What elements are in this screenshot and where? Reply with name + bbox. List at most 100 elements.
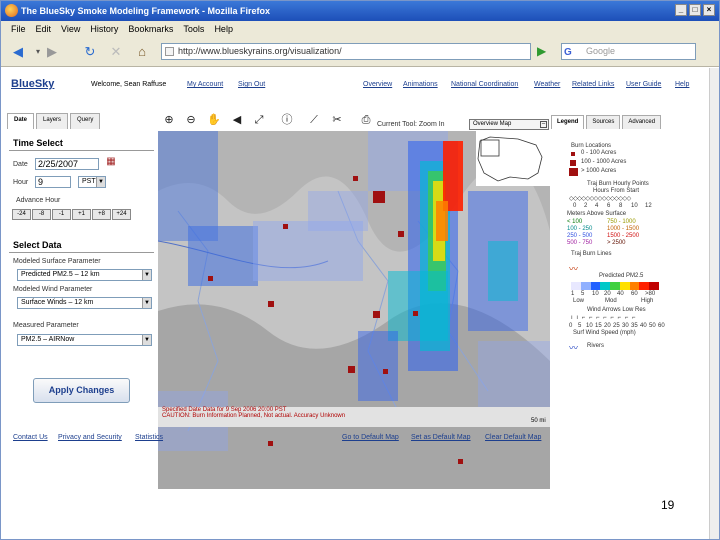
divider — [9, 150, 154, 151]
maximize-window-button[interactable]: □ — [689, 4, 701, 16]
back-extent-icon[interactable]: ◀ — [229, 112, 245, 128]
advance-minus-24-button[interactable]: -24 — [12, 209, 31, 220]
legend-traj-hourly: Traj Burn Hourly Points — [587, 181, 649, 187]
wind-speed-10: 10 — [586, 323, 593, 329]
my-account-link[interactable]: My Account — [187, 81, 223, 88]
menu-bookmarks[interactable]: Bookmarks — [128, 21, 173, 37]
meters-2: 750 - 1000 — [607, 219, 636, 225]
pm-tick-60: 60 — [631, 291, 638, 297]
clear-icon[interactable]: ✂ — [329, 112, 345, 128]
calendar-icon[interactable]: ▦ — [104, 156, 118, 168]
page-content: BlueSky Welcome, Sean Raffuse My Account… — [1, 68, 709, 539]
select-data-heading: Select Data — [13, 240, 62, 250]
search-input[interactable]: G Google — [561, 43, 696, 60]
wind-parameter-select[interactable]: Surface Winds – 12 km ▼ — [17, 297, 152, 309]
meters-1: < 100 — [567, 219, 583, 225]
navigation-toolbar: ◀ ▾ ▶ ↻ ✕ ⌂ http://www.blueskyrains.org/… — [1, 37, 719, 67]
date-input[interactable]: 2/25/2007 — [35, 158, 99, 170]
menu-tools[interactable]: Tools — [183, 21, 204, 37]
measured-parameter-value: PM2.5 – AIRNow — [21, 336, 75, 343]
menu-file[interactable]: File — [11, 21, 26, 37]
url-bar[interactable]: http://www.blueskyrains.org/visualizatio… — [161, 43, 531, 60]
set-default-map-link[interactable]: Set as Default Map — [411, 434, 471, 441]
pan-hand-icon[interactable]: ✋ — [206, 112, 222, 128]
animations-link[interactable]: Animations — [403, 81, 438, 88]
burn-size-medium: 100 - 1000 Acres — [581, 159, 627, 165]
user-guide-link[interactable]: User Guide — [626, 81, 661, 88]
full-extent-icon[interactable]: ⤢ — [251, 112, 267, 128]
wind-parameter-label: Modeled Wind Parameter — [13, 286, 93, 293]
traj-hour-2: 2 — [584, 203, 588, 209]
clear-default-map-link[interactable]: Clear Default Map — [485, 434, 541, 441]
advance-minus-8-button[interactable]: -8 — [32, 209, 51, 220]
minimize-overview-icon[interactable]: – — [540, 121, 547, 128]
minimize-window-button[interactable]: _ — [675, 4, 687, 16]
advance-plus-24-button[interactable]: +24 — [112, 209, 131, 220]
stop-icon[interactable]: ✕ — [107, 43, 125, 61]
wind-speed-15: 15 — [595, 323, 602, 329]
weather-link[interactable]: Weather — [534, 81, 560, 88]
surface-parameter-select[interactable]: Predicted PM2.5 – 12 km ▼ — [17, 269, 152, 281]
menu-help[interactable]: Help — [214, 21, 233, 37]
go-to-default-map-link[interactable]: Go to Default Map — [342, 434, 399, 441]
menu-edit[interactable]: Edit — [36, 21, 52, 37]
print-icon[interactable]: ⎙ — [358, 112, 374, 128]
tab-legend[interactable]: Legend — [551, 115, 585, 129]
map-notice: Specified Date Data for 9 Sep 2006 20:00… — [158, 407, 550, 427]
hour-input[interactable]: 9 — [35, 176, 71, 188]
contact-us-link[interactable]: Contact Us — [13, 434, 48, 441]
window-title: The BlueSky Smoke Modeling Framework - M… — [21, 6, 271, 16]
tab-date[interactable]: Date — [7, 113, 35, 129]
statistics-link[interactable]: Statistics — [135, 434, 163, 441]
related-links-link[interactable]: Related Links — [572, 81, 614, 88]
advance-minus-1-button[interactable]: -1 — [52, 209, 71, 220]
overview-link[interactable]: Overview — [363, 81, 392, 88]
overview-map-toggle[interactable]: Overview Map – — [469, 119, 549, 130]
pm-tick-5: 5 — [581, 291, 585, 297]
measure-icon[interactable]: ⟋ — [306, 112, 322, 128]
right-panel-tabs: Legend Sources Advanced — [551, 115, 662, 129]
chevron-down-icon: ▼ — [142, 335, 151, 345]
privacy-link[interactable]: Privacy and Security — [58, 434, 122, 441]
pm-low: Low — [573, 298, 585, 304]
national-coordination-link[interactable]: National Coordination — [451, 81, 518, 88]
tab-layers[interactable]: Layers — [36, 113, 69, 129]
info-icon[interactable]: ⓘ — [279, 112, 295, 128]
zoom-in-icon[interactable]: ⊕ — [161, 112, 177, 128]
advance-plus-8-button[interactable]: +8 — [92, 209, 111, 220]
chevron-down-icon: ▼ — [96, 177, 105, 187]
reload-icon[interactable]: ↻ — [81, 43, 99, 61]
caution-notice: CAUTION: Burn Information Planned, Not a… — [162, 413, 346, 419]
legend-hours-from-start: Hours From Start — [593, 188, 640, 194]
timezone-select[interactable]: PST ▼ — [78, 176, 106, 188]
vertical-scrollbar[interactable] — [709, 68, 719, 539]
legend-predicted-pm25: Predicted PM2.5 — [599, 273, 644, 279]
meters-6: 1500 - 2500 — [607, 233, 640, 239]
browser-window: The BlueSky Smoke Modeling Framework - M… — [0, 0, 720, 540]
timezone-value: PST — [82, 178, 96, 185]
advance-plus-1-button[interactable]: +1 — [72, 209, 91, 220]
bluesky-logo[interactable]: BlueSky — [11, 78, 54, 90]
home-icon[interactable]: ⌂ — [133, 43, 151, 61]
measured-parameter-select[interactable]: PM2.5 – AIRNow ▼ — [17, 334, 152, 346]
wind-speed-50: 50 — [649, 323, 656, 329]
sign-out-link[interactable]: Sign Out — [238, 81, 265, 88]
wind-speed-5: 5 — [578, 323, 582, 329]
go-icon[interactable]: ▶ — [537, 44, 551, 59]
close-window-button[interactable]: × — [703, 4, 715, 16]
menu-view[interactable]: View — [61, 21, 80, 37]
tab-query[interactable]: Query — [70, 113, 101, 129]
legend-rivers: Rivers — [587, 343, 605, 349]
tab-advanced[interactable]: Advanced — [622, 115, 662, 129]
welcome-text: Welcome, Sean Raffuse — [91, 81, 167, 88]
back-icon[interactable]: ◀ — [9, 43, 27, 61]
help-link[interactable]: Help — [675, 81, 689, 88]
tab-sources[interactable]: Sources — [586, 115, 621, 129]
menu-history[interactable]: History — [90, 21, 118, 37]
apply-changes-button[interactable]: Apply Changes — [33, 378, 130, 403]
chevron-down-icon: ▼ — [142, 270, 151, 280]
forward-icon[interactable]: ▶ — [43, 43, 61, 61]
traj-hour-8: 8 — [619, 203, 623, 209]
chevron-down-icon: ▼ — [142, 298, 151, 308]
zoom-out-icon[interactable]: ⊖ — [183, 112, 199, 128]
